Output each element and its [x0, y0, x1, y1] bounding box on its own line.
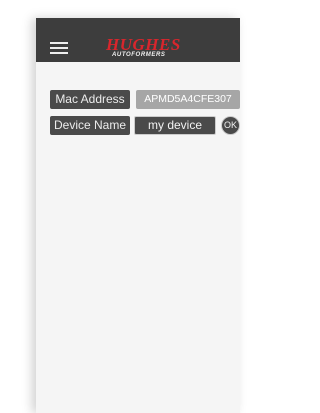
hamburger-menu-icon[interactable] [50, 42, 68, 54]
device-name-input[interactable]: my device [134, 116, 216, 135]
mac-address-label: Mac Address [50, 90, 130, 109]
ok-button[interactable]: OK [221, 116, 240, 135]
logo-subtitle: AUTOFORMERS [112, 52, 166, 58]
brand-logo: HUGHES AUTOFORMERS [106, 36, 186, 60]
device-name-label: Device Name [50, 116, 130, 135]
app-screen: HUGHES AUTOFORMERS Mac Address APMD5A4CF… [36, 18, 240, 413]
app-header: HUGHES AUTOFORMERS [36, 18, 240, 62]
mac-address-value: APMD5A4CFE307 [136, 90, 240, 109]
